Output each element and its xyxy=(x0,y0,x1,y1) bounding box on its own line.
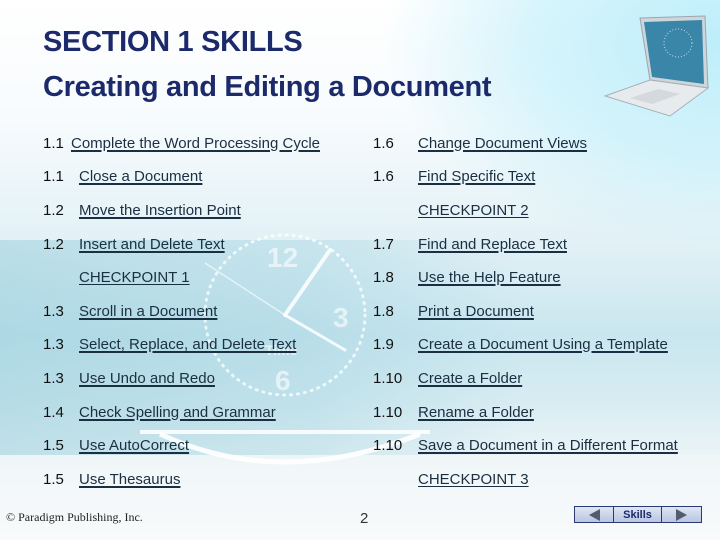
skill-link[interactable]: Save a Document in a Different Format xyxy=(418,435,678,457)
skill-link[interactable]: Rename a Folder xyxy=(418,402,534,424)
skill-number: 1.8 xyxy=(373,269,394,286)
slide-navigation: Skills xyxy=(574,506,702,523)
skill-link[interactable]: Print a Document xyxy=(418,301,534,323)
next-slide-button[interactable] xyxy=(662,507,701,522)
skill-link[interactable]: Close a Document xyxy=(79,166,202,188)
background-floor xyxy=(0,455,720,540)
skill-number: 1.3 xyxy=(43,336,64,353)
copyright-notice: © Paradigm Publishing, Inc. xyxy=(6,510,143,524)
skill-link[interactable]: Create a Document Using a Template xyxy=(418,334,668,356)
skill-number: 1.10 xyxy=(373,437,403,454)
checkpoint-link[interactable]: CHECKPOINT 1 xyxy=(79,267,190,289)
skill-number: 1.10 xyxy=(373,404,403,421)
triangle-left-icon xyxy=(588,508,600,521)
laptop-illustration xyxy=(603,15,710,117)
skill-link[interactable]: Change Document Views xyxy=(418,133,587,155)
skill-number: 1.10 xyxy=(373,370,403,387)
skill-number: 1.2 xyxy=(43,236,64,253)
skill-number: 1.6 xyxy=(373,135,394,152)
skill-link[interactable]: Use Undo and Redo xyxy=(79,368,215,390)
page-number: 2 xyxy=(360,510,369,527)
skill-number: 1.2 xyxy=(43,202,64,219)
skill-number: 1.5 xyxy=(43,437,64,454)
skill-link[interactable]: Use Thesaurus xyxy=(79,469,180,491)
skill-number: 1.8 xyxy=(373,303,394,320)
skill-link[interactable]: Check Spelling and Grammar xyxy=(79,402,276,424)
triangle-right-icon xyxy=(675,508,687,521)
skill-link[interactable]: Use the Help Feature xyxy=(418,267,561,289)
section-subtitle: Creating and Editing a Document xyxy=(43,71,492,103)
section-title: SECTION 1 SKILLS xyxy=(43,26,303,58)
skill-link[interactable]: Complete the Word Processing Cycle xyxy=(71,133,320,155)
skill-number: 1.4 xyxy=(43,404,64,421)
skill-link[interactable]: Select, Replace, and Delete Text xyxy=(79,334,296,356)
svg-text:6: 6 xyxy=(275,365,291,396)
skill-number: 1.1 xyxy=(43,168,64,185)
skill-number: 1.3 xyxy=(43,370,64,387)
skill-link[interactable]: Move the Insertion Point xyxy=(79,200,241,222)
skill-link[interactable]: Find Specific Text xyxy=(418,166,535,188)
skills-menu-button[interactable]: Skills xyxy=(614,507,662,522)
skill-link[interactable]: Use AutoCorrect xyxy=(79,435,189,457)
skill-number: 1.9 xyxy=(373,336,394,353)
checkpoint-link[interactable]: CHECKPOINT 3 xyxy=(418,469,529,491)
skill-number: 1.5 xyxy=(43,471,64,488)
skill-number: 1.1 xyxy=(43,135,64,152)
skill-number: 1.7 xyxy=(373,236,394,253)
skill-link[interactable]: Scroll in a Document xyxy=(79,301,217,323)
svg-text:3: 3 xyxy=(333,302,349,333)
skill-number: 1.3 xyxy=(43,303,64,320)
skill-link[interactable]: Create a Folder xyxy=(418,368,522,390)
checkpoint-link[interactable]: CHECKPOINT 2 xyxy=(418,200,529,222)
skill-number: 1.6 xyxy=(373,168,394,185)
skill-link[interactable]: Find and Replace Text xyxy=(418,234,567,256)
previous-slide-button[interactable] xyxy=(575,507,615,522)
skill-link[interactable]: Insert and Delete Text xyxy=(79,234,225,256)
svg-text:12: 12 xyxy=(267,242,298,273)
